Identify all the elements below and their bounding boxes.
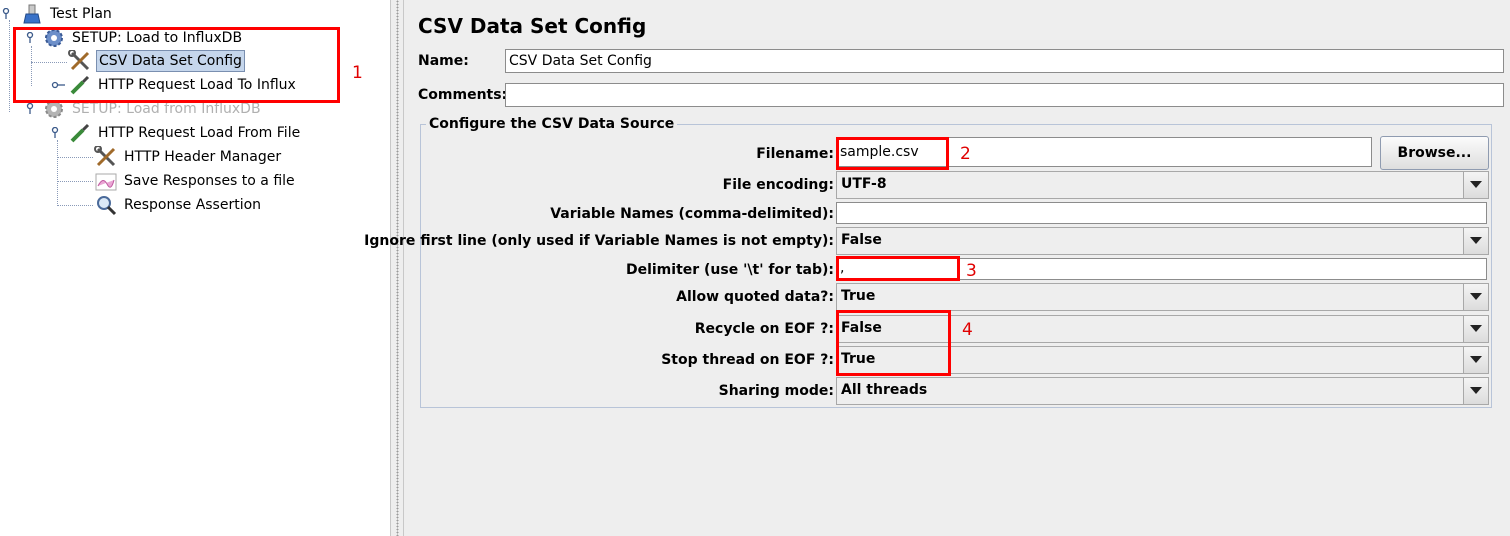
comments-label: Comments: — [418, 87, 508, 103]
chevron-down-icon[interactable] — [1463, 228, 1488, 254]
tree-item-label: Save Responses to a file — [124, 173, 295, 189]
annotation-number-1: 1 — [352, 63, 363, 83]
ignore-first-line-value: False — [841, 232, 882, 248]
annotation-number-2: 2 — [960, 144, 971, 164]
comments-field[interactable] — [505, 83, 1504, 107]
chevron-down-icon[interactable] — [1463, 284, 1488, 310]
stop-thread-on-eof-label: Stop thread on EOF ?: — [661, 352, 834, 368]
annotation-number-4: 4 — [962, 320, 973, 340]
allow-quoted-data-select[interactable]: True — [836, 283, 1489, 311]
tree-item-response-assertion[interactable]: Response Assertion — [94, 194, 263, 216]
annotation-box-3 — [836, 256, 960, 281]
chevron-down-icon[interactable] — [1463, 378, 1488, 404]
chart-icon — [94, 170, 118, 192]
tree-item-label: HTTP Request Load From File — [98, 125, 301, 141]
name-field[interactable]: CSV Data Set Config — [505, 49, 1504, 73]
allow-quoted-data-label: Allow quoted data?: — [676, 289, 834, 305]
browse-button[interactable]: Browse... — [1380, 136, 1489, 170]
name-label: Name: — [418, 53, 469, 69]
group-title: Configure the CSV Data Source — [426, 116, 678, 132]
variable-names-label: Variable Names (comma-delimited): — [550, 206, 834, 222]
pane-splitter[interactable] — [390, 0, 404, 536]
chevron-down-icon[interactable] — [1463, 316, 1488, 342]
annotation-box-1 — [13, 27, 340, 103]
expand-toggle-icon[interactable] — [26, 103, 36, 115]
tree-item-http-request-load-from-file[interactable]: HTTP Request Load From File — [50, 122, 302, 144]
magnifier-icon — [94, 194, 118, 216]
sharing-mode-value: All threads — [841, 382, 928, 398]
test-plan-icon — [20, 3, 44, 25]
annotation-box-4 — [836, 310, 951, 376]
wrench-screwdriver-icon — [94, 145, 118, 168]
tree-item-label: Response Assertion — [124, 197, 262, 213]
test-plan-tree: Test Plan SETUP: Load to InfluxDB CSV Da… — [0, 0, 390, 536]
encoding-select[interactable]: UTF-8 — [836, 171, 1489, 199]
page-title: CSV Data Set Config — [418, 14, 647, 38]
config-panel: CSV Data Set Config Name: CSV Data Set C… — [364, 0, 1510, 536]
expand-toggle-icon[interactable] — [50, 127, 66, 139]
encoding-value: UTF-8 — [841, 176, 887, 192]
tree-item-test-plan[interactable]: Test Plan — [2, 3, 114, 25]
allow-quoted-data-value: True — [841, 288, 876, 304]
recycle-on-eof-label: Recycle on EOF ?: — [694, 321, 834, 337]
pipette-icon — [68, 122, 92, 144]
delimiter-label: Delimiter (use '\t' for tab): — [625, 262, 834, 278]
chevron-down-icon[interactable] — [1463, 172, 1488, 198]
variable-names-field[interactable] — [836, 202, 1487, 224]
annotation-number-3: 3 — [966, 261, 977, 281]
tree-item-http-header-manager[interactable]: HTTP Header Manager — [94, 145, 283, 168]
sharing-mode-label: Sharing mode: — [718, 383, 834, 399]
annotation-box-2 — [836, 137, 949, 170]
tree-item-save-responses-to-a-file[interactable]: Save Responses to a file — [94, 170, 297, 192]
ignore-first-line-select[interactable]: False — [836, 227, 1489, 255]
encoding-label: File encoding: — [722, 177, 834, 193]
tree-item-label: Test Plan — [50, 6, 112, 22]
tree-item-label: HTTP Header Manager — [124, 149, 282, 165]
chevron-down-icon[interactable] — [1463, 347, 1488, 373]
ignore-first-line-label: Ignore first line (only used if Variable… — [364, 233, 834, 249]
expand-toggle-icon[interactable] — [2, 8, 12, 20]
filename-label: Filename: — [756, 146, 834, 162]
sharing-mode-select[interactable]: All threads — [836, 377, 1489, 405]
